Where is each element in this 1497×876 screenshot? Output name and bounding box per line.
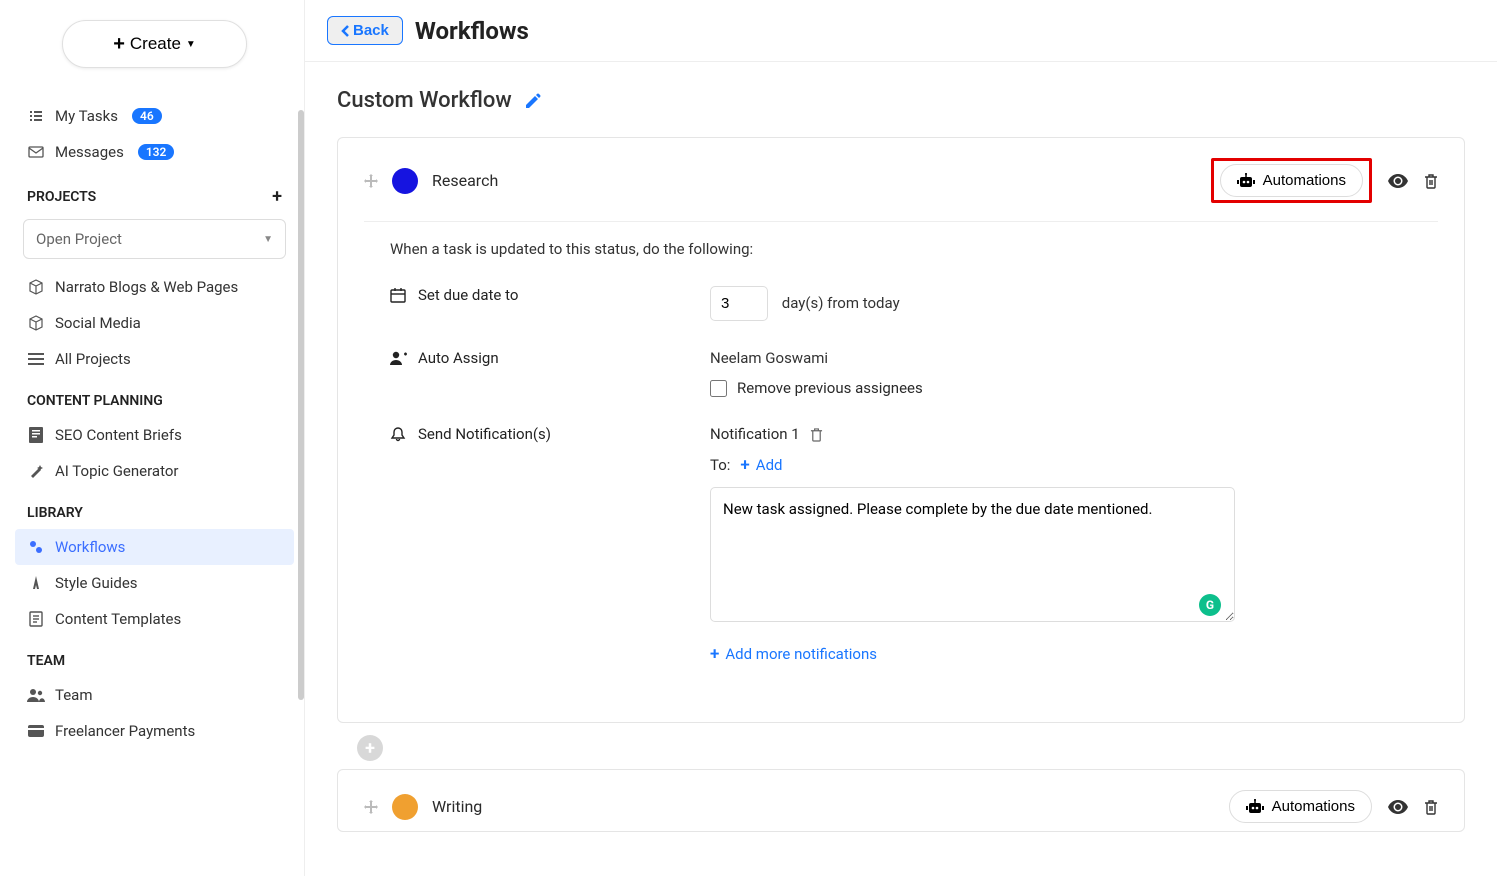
stage-color-dot — [392, 168, 418, 194]
messages-badge: 132 — [138, 144, 175, 160]
template-icon — [27, 611, 45, 627]
drag-handle-icon[interactable] — [364, 174, 378, 188]
project-social[interactable]: Social Media — [15, 305, 294, 341]
nav-messages[interactable]: Messages 132 — [15, 134, 294, 170]
due-date-row: Set due date to day(s) from today — [390, 286, 1412, 321]
gears-icon — [27, 539, 45, 555]
nav-style-guides[interactable]: Style Guides — [15, 565, 294, 601]
stage-name: Research — [432, 171, 1197, 190]
cube-icon — [27, 315, 45, 331]
eye-icon[interactable] — [1388, 174, 1408, 188]
main-content: Back Workflows Custom Workflow Research — [305, 0, 1497, 876]
content-planning-header: CONTENT PLANNING — [15, 377, 294, 417]
stage-card-writing: Writing Automations — [337, 769, 1465, 832]
eye-icon[interactable] — [1388, 800, 1408, 814]
assignee-name: Neelam Goswami — [710, 349, 1412, 367]
my-tasks-badge: 46 — [132, 108, 162, 124]
user-plus-icon — [390, 351, 408, 365]
automations-button[interactable]: Automations — [1220, 164, 1363, 197]
caret-down-icon: ▼ — [263, 234, 273, 245]
cube-icon — [27, 279, 45, 295]
nav-my-tasks[interactable]: My Tasks 46 — [15, 98, 294, 134]
add-project-icon[interactable]: + — [272, 186, 282, 207]
trash-icon[interactable] — [1424, 173, 1438, 189]
stage-card-research: Research Automations — [337, 137, 1465, 723]
intro-text: When a task is updated to this status, d… — [390, 240, 1412, 258]
project-all[interactable]: All Projects — [15, 341, 294, 377]
topbar: Back Workflows — [305, 0, 1497, 62]
nav-seo-briefs[interactable]: SEO Content Briefs — [15, 417, 294, 453]
magic-wand-icon — [27, 463, 45, 479]
nav-content-templates[interactable]: Content Templates — [15, 601, 294, 637]
notification-message-input[interactable] — [710, 487, 1235, 622]
edit-icon[interactable] — [524, 92, 542, 110]
days-suffix: day(s) from today — [782, 294, 900, 312]
nav-workflows[interactable]: Workflows — [15, 529, 294, 565]
nav-team[interactable]: Team — [15, 677, 294, 713]
plus-icon: + — [740, 455, 749, 475]
open-project-dropdown[interactable]: Open Project ▼ — [23, 219, 286, 259]
nav-ai-topic[interactable]: AI Topic Generator — [15, 453, 294, 489]
bell-icon — [390, 426, 408, 442]
auto-assign-row: Auto Assign Neelam Goswami Remove previo… — [390, 349, 1412, 397]
trash-icon[interactable] — [1424, 799, 1438, 815]
back-button[interactable]: Back — [327, 16, 403, 45]
envelope-icon — [27, 146, 45, 158]
my-tasks-label: My Tasks — [55, 107, 118, 125]
plus-icon: + — [710, 644, 719, 664]
stage-name: Writing — [432, 797, 1215, 816]
drag-handle-icon[interactable] — [364, 800, 378, 814]
workflow-title: Custom Workflow — [337, 88, 512, 113]
list-icon — [27, 352, 45, 366]
open-project-label: Open Project — [36, 230, 122, 248]
workflow-title-row: Custom Workflow — [337, 88, 1465, 113]
to-row: To: + Add — [710, 455, 1412, 475]
team-header: TEAM — [15, 637, 294, 677]
projects-header: PROJECTS + — [15, 170, 294, 215]
remove-checkbox-input[interactable] — [710, 380, 727, 397]
sidebar: + Create ▼ My Tasks 46 Messages 132 PROJ… — [0, 0, 305, 876]
compass-icon — [27, 575, 45, 591]
library-header: LIBRARY — [15, 489, 294, 529]
remove-assignees-checkbox[interactable]: Remove previous assignees — [710, 379, 1412, 397]
credit-card-icon — [27, 725, 45, 737]
create-button[interactable]: + Create ▼ — [62, 20, 247, 68]
caret-down-icon: ▼ — [186, 39, 196, 50]
notifications-row: Send Notification(s) Notification 1 To: — [390, 425, 1412, 664]
robot-icon — [1246, 799, 1264, 815]
users-icon — [27, 688, 45, 702]
plus-icon: + — [113, 33, 125, 56]
scrollbar[interactable] — [298, 110, 304, 700]
grammarly-icon[interactable]: G — [1199, 594, 1221, 616]
days-input[interactable] — [710, 286, 768, 321]
add-recipient-link[interactable]: + Add — [740, 455, 782, 475]
tasks-icon — [27, 108, 45, 124]
chevron-left-icon — [341, 24, 350, 38]
add-more-notifications-link[interactable]: + Add more notifications — [710, 644, 877, 664]
calendar-icon — [390, 287, 408, 303]
notification-header: Notification 1 — [710, 425, 1412, 443]
robot-icon — [1237, 173, 1255, 189]
stage-header: Research Automations — [364, 158, 1438, 222]
add-stage-button[interactable]: + — [357, 735, 383, 761]
create-label: Create — [130, 34, 181, 54]
page-title: Workflows — [415, 17, 529, 45]
messages-label: Messages — [55, 143, 124, 161]
trash-icon[interactable] — [810, 427, 823, 442]
highlight-marker: Automations — [1211, 158, 1372, 203]
document-icon — [27, 427, 45, 443]
nav-freelancer-payments[interactable]: Freelancer Payments — [15, 713, 294, 749]
stage-connector: + — [337, 735, 1465, 761]
project-narrato[interactable]: Narrato Blogs & Web Pages — [15, 269, 294, 305]
stage-color-dot — [392, 794, 418, 820]
automations-button[interactable]: Automations — [1229, 790, 1372, 823]
